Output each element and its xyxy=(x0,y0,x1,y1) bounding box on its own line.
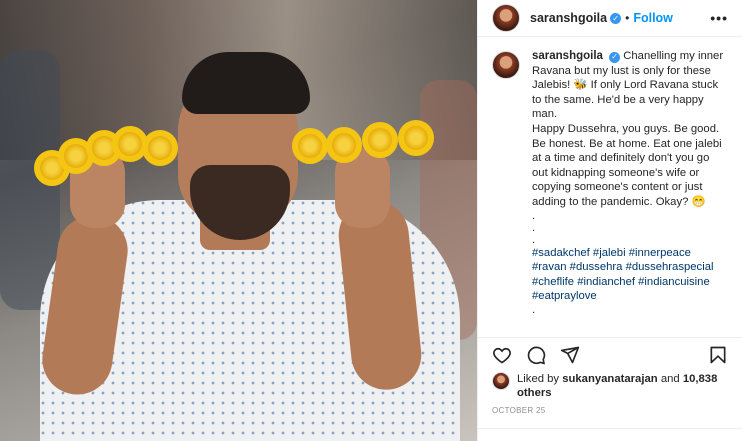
caption-text: saranshgoila ✓ Chanelling my inner Ravan… xyxy=(532,49,728,337)
likes-prefix: Liked by xyxy=(517,373,560,385)
verified-badge-icon: ✓ xyxy=(609,51,621,63)
likes-summary: Liked by sukanyanatarajan and 10,838 oth… xyxy=(478,372,742,400)
caption-dots: . . . xyxy=(532,209,536,246)
bookmark-icon[interactable] xyxy=(708,345,728,365)
share-icon[interactable] xyxy=(560,345,580,365)
jalebi xyxy=(142,130,178,166)
post-header: saranshgoila ✓ • Follow ••• xyxy=(478,0,742,37)
caption-trail: . xyxy=(532,303,536,316)
liker-username-link[interactable]: sukanyanatarajan xyxy=(562,373,657,385)
separator-dot: • xyxy=(625,11,630,25)
action-bar xyxy=(478,337,742,372)
avatar[interactable] xyxy=(492,372,510,390)
jalebi xyxy=(362,122,398,158)
username-link[interactable]: saranshgoila xyxy=(530,11,607,25)
avatar[interactable] xyxy=(492,4,520,32)
verified-badge-icon: ✓ xyxy=(610,12,622,24)
comment-bar xyxy=(478,428,742,441)
photo-hair xyxy=(182,52,310,114)
more-options-icon[interactable]: ••• xyxy=(710,10,728,26)
jalebi xyxy=(326,127,362,163)
likes-and: and xyxy=(660,373,680,385)
post-photo[interactable] xyxy=(0,0,477,441)
post-sidebar: saranshgoila ✓ • Follow ••• saranshgoila… xyxy=(477,0,742,441)
comment-icon[interactable] xyxy=(526,345,546,365)
jalebi xyxy=(292,128,328,164)
caption-section: saranshgoila ✓ Chanelling my inner Ravan… xyxy=(478,37,742,337)
jalebi xyxy=(398,120,434,156)
follow-button[interactable]: Follow xyxy=(633,11,673,25)
heart-icon[interactable] xyxy=(492,345,512,365)
post-date[interactable]: OCTOBER 25 xyxy=(478,400,742,428)
username-link[interactable]: saranshgoila xyxy=(532,50,603,62)
caption-hashtags[interactable]: #sadakchef #jalebi #innerpeace #ravan #d… xyxy=(532,246,728,304)
instagram-post: saranshgoila ✓ • Follow ••• saranshgoila… xyxy=(0,0,742,441)
caption-line: Happy Dussehra, you guys. Be good. Be ho… xyxy=(532,122,722,208)
avatar[interactable] xyxy=(492,51,520,79)
